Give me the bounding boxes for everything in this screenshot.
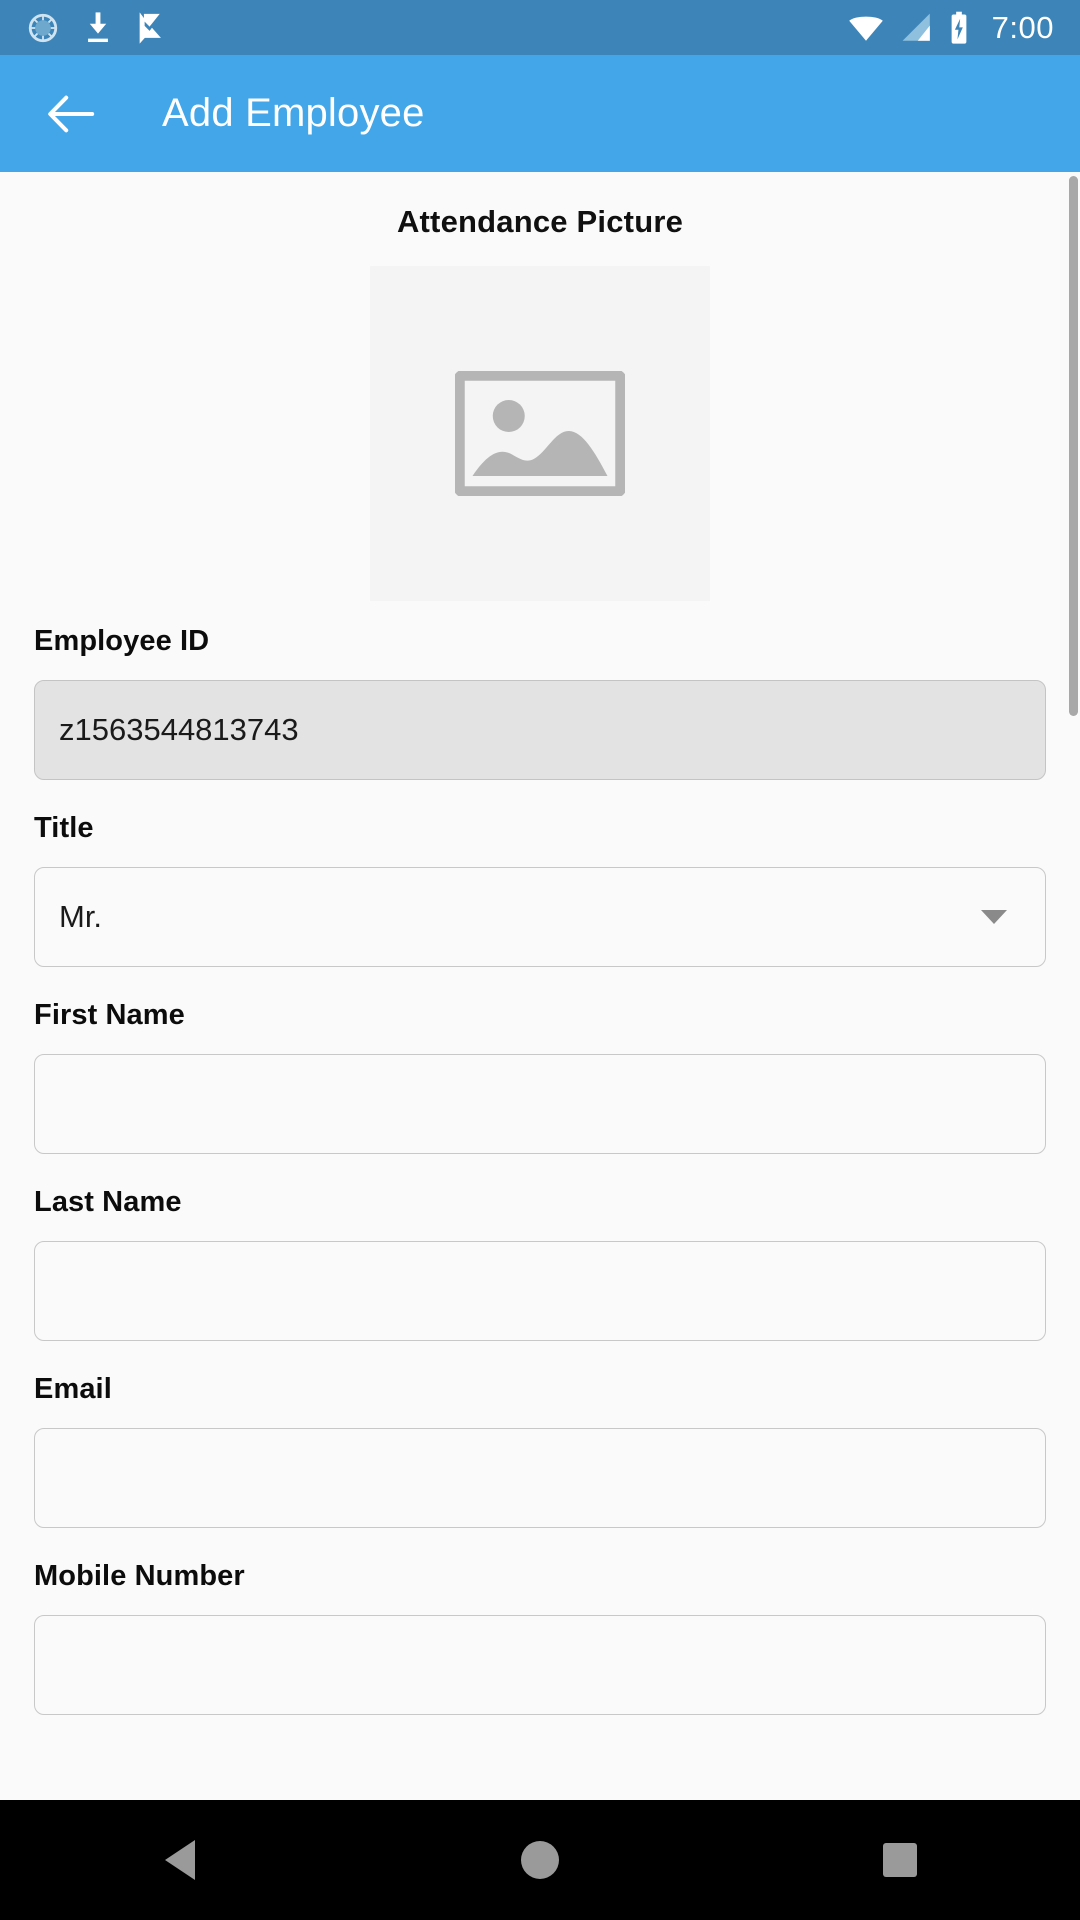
label-mobile-number: Mobile Number [34,1560,245,1592]
field-title: Title Mr. [34,812,1046,967]
phone-screen: 7:00 Add Employee Attendance Picture Emp… [0,0,1080,1920]
status-bar-clock: 7:00 [991,9,1054,45]
input-last-name[interactable] [34,1241,1046,1341]
label-last-name: Last Name [34,1186,182,1218]
nav-home-circle-icon [521,1841,559,1879]
label-employee-id: Employee ID [34,625,210,657]
attendance-picture-heading: Attendance Picture [396,204,684,239]
status-bar: 7:00 [0,0,1080,55]
field-last-name: Last Name [34,1186,1046,1341]
android-navigation-bar [0,1800,1080,1920]
input-email[interactable] [34,1428,1046,1528]
back-button[interactable] [34,77,108,151]
value-employee-id: z1563544813743 [59,712,299,747]
input-employee-id[interactable]: z1563544813743 [34,680,1046,780]
chevron-down-icon [981,910,1007,924]
app-bar: Add Employee [0,55,1080,172]
input-first-name[interactable] [34,1054,1046,1154]
nav-back-triangle-icon [165,1840,195,1880]
label-first-name: First Name [34,999,185,1031]
input-mobile-number[interactable] [34,1615,1046,1715]
image-placeholder-icon [455,371,625,496]
page-title: Add Employee [162,91,425,135]
nav-recents-button[interactable] [840,1800,960,1920]
value-title: Mr. [59,899,103,934]
cellular-signal-icon [902,13,930,41]
attendance-picture-upload[interactable] [370,266,710,601]
label-title: Title [34,812,94,844]
field-employee-id: Employee ID z1563544813743 [34,625,1046,780]
nav-home-button[interactable] [480,1800,600,1920]
status-bar-left-icons [26,11,166,45]
label-email: Email [34,1373,112,1405]
nav-back-button[interactable] [120,1800,240,1920]
wifi-icon [848,16,883,41]
checkmark-flag-icon [139,11,161,44]
settings-sync-icon [28,13,58,42]
download-icon [88,11,108,42]
status-bar-right-icons: 7:00 [846,10,1054,46]
field-mobile-number: Mobile Number [34,1560,1046,1715]
field-email: Email [34,1373,1046,1528]
vertical-scrollbar[interactable] [1069,176,1078,716]
form-scroll-area[interactable]: Attendance Picture Employee ID z15635448… [0,172,1080,1800]
select-title[interactable]: Mr. [34,867,1046,967]
battery-charging-icon [951,11,967,44]
field-first-name: First Name [34,999,1046,1154]
nav-recents-square-icon [883,1843,917,1877]
employee-form: Employee ID z1563544813743 Title Mr. Fir… [0,625,1080,1715]
arrow-left-icon [48,95,95,132]
